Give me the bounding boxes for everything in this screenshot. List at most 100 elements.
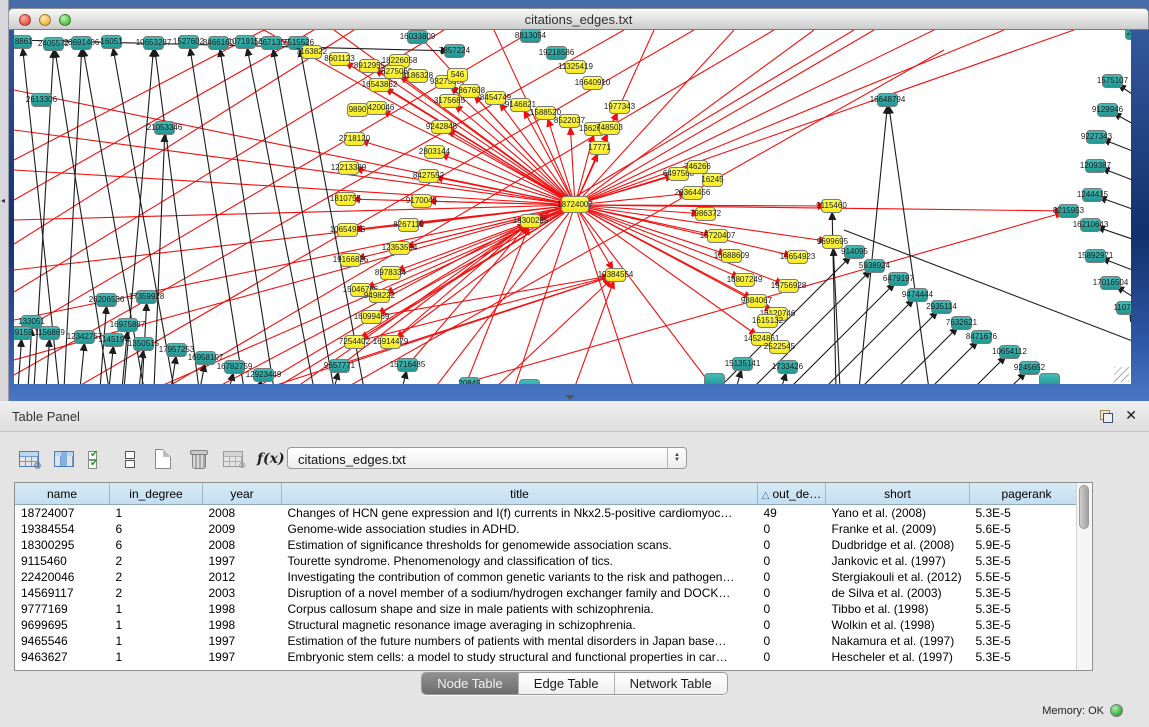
graph-node[interactable]: 9129946 <box>1097 103 1118 117</box>
table-cell[interactable]: 5.3E-5 <box>970 649 1084 665</box>
table-cell[interactable]: 1 <box>110 649 203 665</box>
window-resize-grip[interactable] <box>1114 367 1129 382</box>
tab-node-table[interactable]: Node Table <box>422 673 518 694</box>
column-header-year[interactable]: year <box>203 483 282 505</box>
table-cell[interactable]: 1 <box>110 633 203 649</box>
graph-node[interactable]: 2405572 <box>43 37 64 51</box>
graph-node[interactable]: 17957253 <box>166 343 187 357</box>
graph-node[interactable]: 1145194 <box>103 333 124 347</box>
table-cell[interactable]: 1997 <box>203 553 282 569</box>
table-cell[interactable]: 5.5E-5 <box>970 569 1084 585</box>
network-canvas[interactable]: 1886124055722069140616051106532871527602… <box>14 30 1131 384</box>
graph-edge[interactable] <box>888 100 929 384</box>
graph-edge[interactable] <box>189 42 244 384</box>
graph-edge[interactable] <box>575 30 1004 205</box>
graph-node[interactable]: 8601123 <box>329 52 350 66</box>
graph-node[interactable]: 748503 <box>599 121 620 135</box>
table-cell[interactable]: 5.3E-5 <box>970 553 1084 569</box>
graph-node[interactable]: 3175685 <box>439 94 460 108</box>
collapse-arrow-icon[interactable]: ◂ <box>1 196 5 205</box>
graph-node[interactable]: 2803144 <box>424 145 445 159</box>
table-cell[interactable]: 5.3E-5 <box>970 505 1084 522</box>
table-cell[interactable]: Nakamura et al. (1997) <box>826 633 970 649</box>
table-row[interactable]: 2242004622012Investigating the contribut… <box>15 569 1084 585</box>
table-cell[interactable]: Stergiakouli et al. (2012) <box>826 569 970 585</box>
graph-node[interactable]: 9890 <box>347 103 368 117</box>
graph-node[interactable]: 8522037 <box>559 114 580 128</box>
graph-node[interactable]: 10688609 <box>721 249 742 263</box>
table-cell[interactable]: 22420046 <box>15 569 110 585</box>
tab-edge-table[interactable]: Edge Table <box>518 673 614 694</box>
graph-node[interactable]: 19654923 <box>787 250 808 264</box>
graph-node[interactable]: 9115460 <box>821 199 842 213</box>
table-cell[interactable]: Corpus callosum shape and size in male p… <box>282 601 758 617</box>
column-header-short[interactable]: short <box>826 483 970 505</box>
table-cell[interactable]: 9777169 <box>15 601 110 617</box>
graph-node[interactable]: 18724007 <box>561 196 589 213</box>
graph-node[interactable] <box>519 379 540 384</box>
graph-node[interactable]: 7163822 <box>301 45 322 59</box>
graph-edge[interactable] <box>859 100 888 384</box>
table-cell[interactable]: 2003 <box>203 585 282 601</box>
graph-node[interactable]: 9498222 <box>369 289 390 303</box>
graph-node[interactable]: 9242848 <box>431 120 452 134</box>
tab-network-table[interactable]: Network Table <box>614 673 727 694</box>
graph-edge[interactable] <box>80 337 85 384</box>
table-cell[interactable]: 1998 <box>203 617 282 633</box>
graph-node[interactable]: 22420046 <box>366 101 387 115</box>
table-settings-icon[interactable]: ⚙ <box>18 449 40 469</box>
table-cell[interactable]: 2008 <box>203 537 282 553</box>
memory-status-indicator[interactable] <box>1110 704 1123 717</box>
table-cell[interactable]: Hescheler et al. (1997) <box>826 649 970 665</box>
table-cell[interactable]: Estimation of significance thresholds fo… <box>282 537 758 553</box>
graph-node[interactable]: 1527602 <box>178 35 199 49</box>
graph-node[interactable]: 20691406 <box>71 36 92 50</box>
graph-edge[interactable] <box>355 139 575 205</box>
column-header-title[interactable]: title <box>282 483 758 505</box>
graph-node[interactable]: 8466160 <box>208 36 229 50</box>
table-cell[interactable]: 5.3E-5 <box>970 617 1084 633</box>
graph-node[interactable]: 8471676 <box>971 330 992 344</box>
graph-node[interactable]: 26206536 <box>96 293 117 307</box>
graph-edge[interactable] <box>575 30 874 205</box>
graph-node[interactable] <box>704 373 725 384</box>
graph-node[interactable]: 18300295 <box>520 214 541 228</box>
graph-node[interactable]: 9474444 <box>907 288 928 302</box>
graph-node[interactable]: 9657771 <box>329 359 350 373</box>
graph-node[interactable]: 19384554 <box>605 268 626 282</box>
table-cell[interactable]: 0 <box>758 617 826 633</box>
column-header-in_degree[interactable]: in_degree <box>110 483 203 505</box>
table-cell[interactable]: 5.3E-5 <box>970 601 1084 617</box>
table-cell[interactable]: Tibbo et al. (1998) <box>826 601 970 617</box>
graph-node[interactable]: 914095 <box>844 245 865 259</box>
table-cell[interactable]: Jankovic et al. (1997) <box>826 553 970 569</box>
table-row[interactable]: 1830029562008Estimation of significance … <box>15 537 1084 553</box>
float-panel-icon[interactable] <box>1100 410 1113 423</box>
table-cell[interactable]: 0 <box>758 521 826 537</box>
graph-edge[interactable] <box>860 307 942 384</box>
import-table-icon[interactable]: ⊗ <box>222 449 244 469</box>
graph-node[interactable]: 16782759 <box>224 360 245 374</box>
window-titlebar[interactable]: citations_edges.txt <box>8 8 1149 30</box>
graph-node[interactable]: 7857224 <box>444 44 465 58</box>
graph-node[interactable]: 12213389 <box>338 161 359 175</box>
table-cell[interactable]: 0 <box>758 553 826 569</box>
graph-node[interactable]: 16640910 <box>582 76 603 90</box>
graph-edge[interactable] <box>124 43 154 384</box>
graph-node[interactable]: 1810755 <box>335 192 356 206</box>
table-cell[interactable]: Wolkin et al. (1998) <box>826 617 970 633</box>
graph-node[interactable]: 16033809 <box>407 30 428 44</box>
graph-node[interactable]: 2824 <box>1125 30 1131 40</box>
table-cell[interactable]: Franke et al. (2009) <box>826 521 970 537</box>
table-row[interactable]: 1938455462009Genome-wide association stu… <box>15 521 1084 537</box>
table-cell[interactable]: 2 <box>110 553 203 569</box>
graph-edge[interactable] <box>930 337 982 384</box>
table-cell[interactable]: 1 <box>110 617 203 633</box>
graph-node[interactable]: 8813054 <box>520 30 541 43</box>
table-cell[interactable]: 9465546 <box>15 633 110 649</box>
table-cell[interactable]: 0 <box>758 569 826 585</box>
table-cell[interactable]: 5.9E-5 <box>970 537 1084 553</box>
table-row[interactable]: 1872400712008Changes of HCN gene express… <box>15 505 1084 522</box>
table-cell[interactable]: Tourette syndrome. Phenomenology and cla… <box>282 553 758 569</box>
table-cell[interactable]: 0 <box>758 537 826 553</box>
